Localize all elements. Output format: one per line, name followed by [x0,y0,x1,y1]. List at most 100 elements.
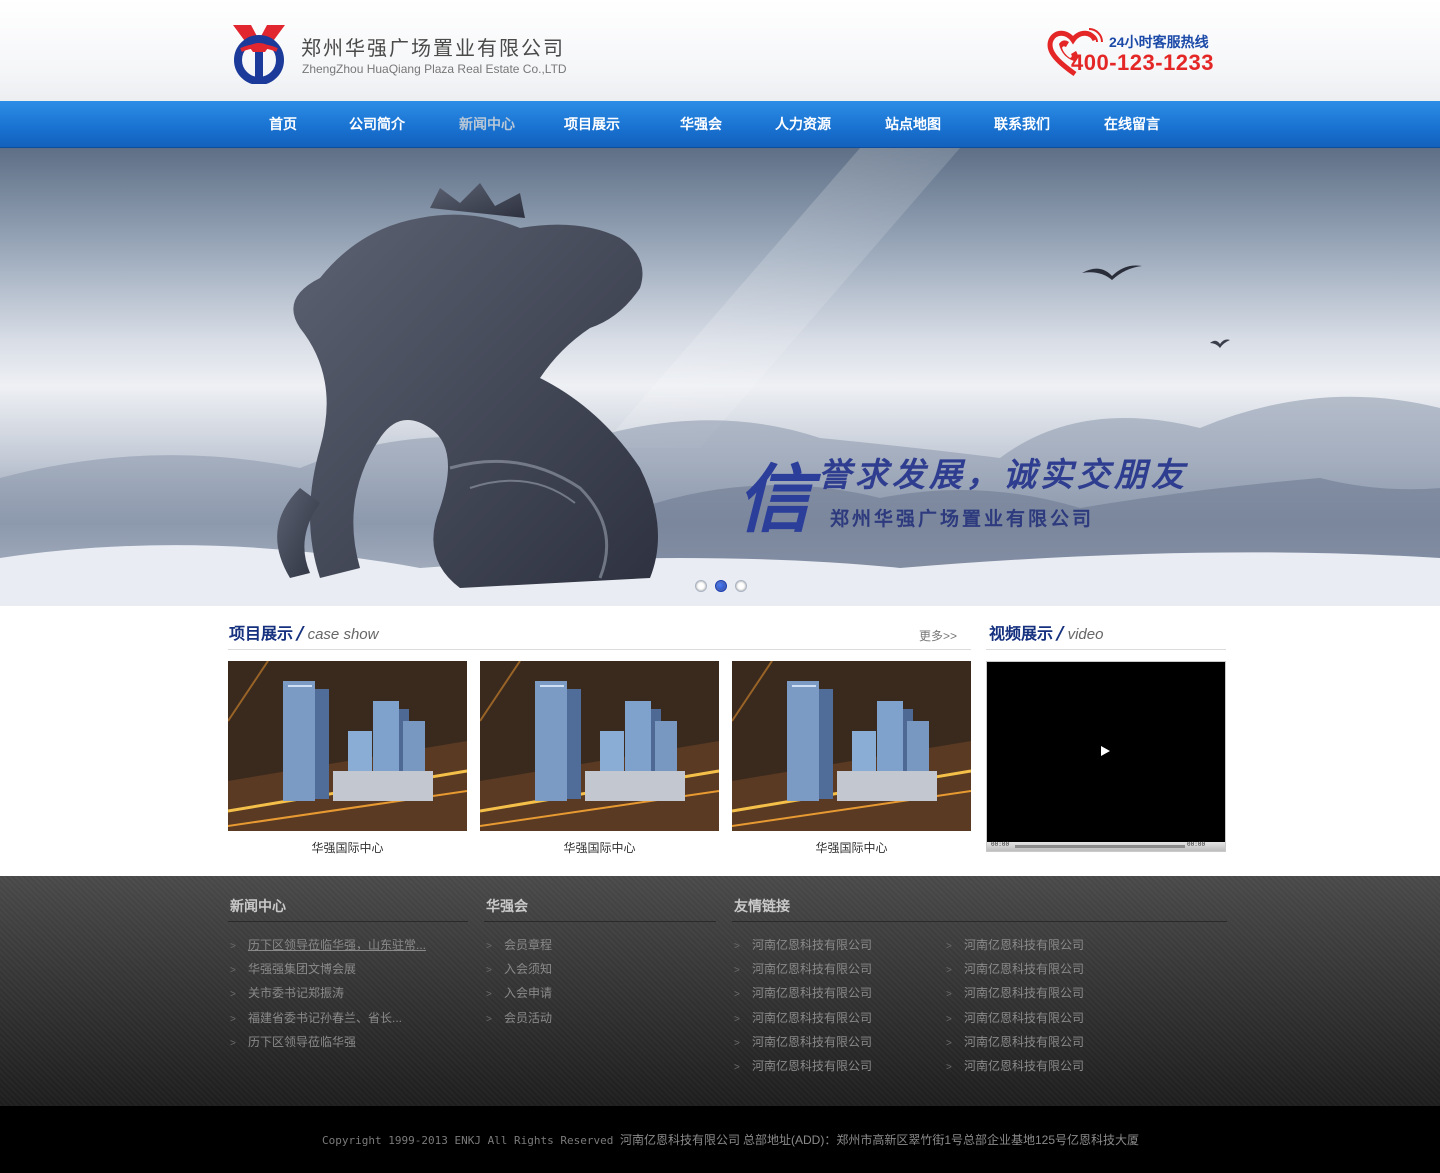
nav-item-message[interactable]: 在线留言 [1104,101,1160,148]
list-item[interactable]: > 入会须知 [486,957,552,981]
hotline-number[interactable]: 400-123-1233 [1071,50,1214,76]
main-nav: 首页 公司简介 新闻中心 项目展示 华强会 人力资源 站点地图 联系我们 在线留… [0,101,1440,148]
video-section-title: 视频展示 / video [989,620,1103,648]
footer-links-col-2: > 河南亿恩科技有限公司 > 河南亿恩科技有限公司 > 河南亿恩科技有限公司 > 河南亿… [946,933,1084,1078]
video-player[interactable]: 00:00 00:00 [986,661,1226,852]
list-item[interactable]: > 河南亿恩科技有限公司 [946,957,1084,981]
copyright-text: Copyright 1999-2013 ENKJ All Rights Rese… [322,1131,740,1148]
nav-item-sitemap[interactable]: 站点地图 [885,101,941,148]
chevron-right-icon: > [734,1013,740,1025]
chevron-right-icon: > [230,989,236,1001]
list-item[interactable]: > 河南亿恩科技有限公司 [734,957,872,981]
list-item[interactable]: > 河南亿恩科技有限公司 [734,933,872,957]
nav-item-hr[interactable]: 人力资源 [775,101,831,148]
case-divider [228,649,971,650]
list-item[interactable]: > 福建省委书记孙春兰、省长... [230,1006,426,1030]
building-illustration [228,661,467,831]
video-progress-track[interactable] [1015,845,1185,848]
slogan-line-1: 誉求发展，诚实交朋友 [818,455,1188,494]
list-item[interactable]: > 会员活动 [486,1006,552,1030]
list-item[interactable]: > 历下区领导莅临华强 [230,1030,426,1054]
hero-banner[interactable]: 信 誉求发展，诚实交朋友 郑州华强广场置业有限公司 [0,148,1440,606]
chevron-right-icon: > [734,1037,740,1049]
case-image[interactable] [732,661,971,831]
list-item[interactable]: > 河南亿恩科技有限公司 [946,1030,1084,1054]
footer-links: 新闻中心 > 历下区领导莅临华强，山东驻常... > 华强强集团文博会展 > 关市委书… [0,876,1440,1106]
chevron-right-icon: > [946,941,952,952]
case-caption[interactable]: 华强国际中心 [732,839,971,856]
list-item[interactable]: > 河南亿恩科技有限公司 [734,1006,872,1030]
footer-divider [732,921,1227,922]
case-image[interactable] [228,661,467,831]
chevron-right-icon: > [946,1061,952,1073]
chevron-right-icon: > [230,1037,236,1049]
slide-dot-2[interactable] [715,580,727,592]
chevron-right-icon: > [946,1013,952,1025]
chevron-right-icon: > [486,989,492,1001]
footer-divider [484,921,716,922]
company-address: 总部地址(ADD)：郑州市高新区翠竹街1号总部企业基地125号亿恩科技大厦 [743,1133,1140,1147]
case-card-3[interactable]: 华强国际中心 [732,661,971,856]
list-item[interactable]: > 河南亿恩科技有限公司 [946,981,1084,1005]
chevron-right-icon: > [486,1013,492,1025]
list-item[interactable]: > 关市委书记郑振涛 [230,981,426,1005]
company-name-cn: 郑州华强广场置业有限公司 [301,36,565,60]
list-item[interactable]: > 河南亿恩科技有限公司 [734,981,872,1005]
footer-club-list: > 会员章程 > 入会须知 > 入会申请 > 会员活动 [486,933,552,1030]
case-caption[interactable]: 华强国际中心 [228,839,467,856]
building-illustration [732,661,971,831]
copyright-company[interactable]: 河南亿恩科技有限公司 [620,1133,740,1147]
case-section-title: 项目展示 / case show [229,620,378,648]
chevron-right-icon: > [734,965,740,977]
list-item[interactable]: > 河南亿恩科技有限公司 [946,1054,1084,1078]
site-header: 郑州华强广场置业有限公司 ZhengZhou HuaQiang Plaza Re… [0,0,1440,101]
hotline-label: 24小时客服热线 [1109,34,1209,50]
nav-item-home[interactable]: 首页 [269,101,297,148]
nav-item-news[interactable]: 新闻中心 [459,101,515,148]
chevron-right-icon: > [734,941,740,952]
chevron-right-icon: > [486,965,492,977]
company-name-en: ZhengZhou HuaQiang Plaza Real Estate Co.… [302,62,567,76]
slide-dot-3[interactable] [735,580,747,592]
list-item[interactable]: > 历下区领导莅临华强，山东驻常... [230,933,426,957]
video-time-end: 00:00 [1187,841,1206,848]
list-item[interactable]: > 华强强集团文博会展 [230,957,426,981]
footer-links-col-1: > 河南亿恩科技有限公司 > 河南亿恩科技有限公司 > 河南亿恩科技有限公司 > 河南亿… [734,933,872,1078]
video-time-start: 00:00 [991,841,1010,848]
footer-club-title: 华强会 [486,898,528,914]
footer-news-list: > 历下区领导莅临华强，山东驻常... > 华强强集团文博会展 > 关市委书记郑振涛 … [230,933,426,1054]
banner-illustration [0,148,1440,606]
case-card-2[interactable]: 华强国际中心 [480,661,719,856]
case-card-1[interactable]: 华强国际中心 [228,661,467,856]
building-illustration [480,661,719,831]
list-item[interactable]: > 入会申请 [486,981,552,1005]
video-controls[interactable]: 00:00 00:00 [987,841,1225,851]
slide-dot-1[interactable] [695,580,707,592]
video-title-cn: 视频展示 [989,626,1054,643]
company-logo-icon[interactable] [229,22,289,85]
copyright-bar: Copyright 1999-2013 ENKJ All Rights Rese… [0,1106,1440,1173]
play-icon[interactable] [1101,746,1110,756]
list-item[interactable]: > 河南亿恩科技有限公司 [946,933,1084,957]
list-item[interactable]: > 河南亿恩科技有限公司 [734,1054,872,1078]
chevron-right-icon: > [230,1013,236,1025]
case-caption[interactable]: 华强国际中心 [480,839,719,856]
nav-item-club[interactable]: 华强会 [680,101,722,148]
list-item[interactable]: > 河南亿恩科技有限公司 [946,1006,1084,1030]
chevron-right-icon: > [734,989,740,1001]
slogan-line-2: 郑州华强广场置业有限公司 [830,508,1095,530]
slogan-character: 信 [737,457,811,543]
footer-links-title: 友情链接 [734,898,790,914]
copyright-notice: Copyright 1999-2013 ENKJ All Rights Rese… [322,1134,614,1147]
list-item[interactable]: > 河南亿恩科技有限公司 [734,1030,872,1054]
nav-item-about[interactable]: 公司简介 [349,101,405,148]
footer-news-title: 新闻中心 [230,898,286,914]
more-link[interactable]: 更多>> [919,627,957,644]
case-image[interactable] [480,661,719,831]
nav-item-projects[interactable]: 项目展示 [564,101,620,148]
nav-item-contact[interactable]: 联系我们 [994,101,1050,148]
video-title-en: video [1067,626,1104,643]
list-item[interactable]: > 会员章程 [486,933,552,957]
chevron-right-icon: > [230,965,236,977]
title-slash: / [1057,623,1064,644]
